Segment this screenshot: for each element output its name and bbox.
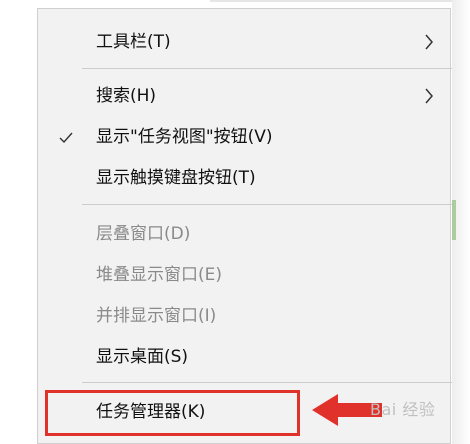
watermark: Bai 经验: [370, 400, 436, 419]
menu-item-label: 显示"任务视图"按钮(V): [96, 127, 273, 147]
menu-item-label: 显示触摸键盘按钮(T): [96, 168, 256, 188]
menu-item-label: 堆叠显示窗口(E): [96, 265, 223, 285]
chevron-right-icon: [425, 34, 433, 50]
menu-item-label: 搜索(H): [96, 86, 157, 106]
taskbar-context-menu: 工具栏(T) 搜索(H) 显示"任务视图"按钮(V) 显示触摸键盘按钮(T) 层…: [37, 8, 452, 444]
menu-item-stack-windows: 堆叠显示窗口(E): [38, 256, 452, 294]
menu-item-show-desktop[interactable]: 显示桌面(S): [38, 338, 452, 376]
annotation-highlight-box: [45, 390, 300, 436]
menu-item-label: 工具栏(T): [96, 32, 171, 52]
menu-item-show-touch-keyboard-button[interactable]: 显示触摸键盘按钮(T): [38, 159, 452, 197]
checkmark-icon: [59, 132, 73, 144]
desktop-top-strip: [0, 0, 470, 8]
desktop-decoration: [452, 200, 456, 240]
menu-separator: [82, 204, 452, 205]
screenshot: 工具栏(T) 搜索(H) 显示"任务视图"按钮(V) 显示触摸键盘按钮(T) 层…: [0, 0, 470, 444]
menu-item-side-by-side-windows: 并排显示窗口(I): [38, 297, 452, 335]
menu-separator: [82, 68, 452, 69]
menu-item-label: 显示桌面(S): [96, 347, 189, 367]
menu-item-cascade-windows: 层叠窗口(D): [38, 215, 452, 253]
menu-item-label: 层叠窗口(D): [96, 224, 191, 244]
menu-item-label: 并排显示窗口(I): [96, 306, 217, 326]
menu-item-search[interactable]: 搜索(H): [38, 77, 452, 115]
chevron-right-icon: [425, 88, 433, 104]
menu-separator: [82, 382, 452, 383]
menu-item-show-task-view-button[interactable]: 显示"任务视图"按钮(V): [38, 118, 452, 156]
menu-item-toolbars[interactable]: 工具栏(T): [38, 23, 452, 61]
